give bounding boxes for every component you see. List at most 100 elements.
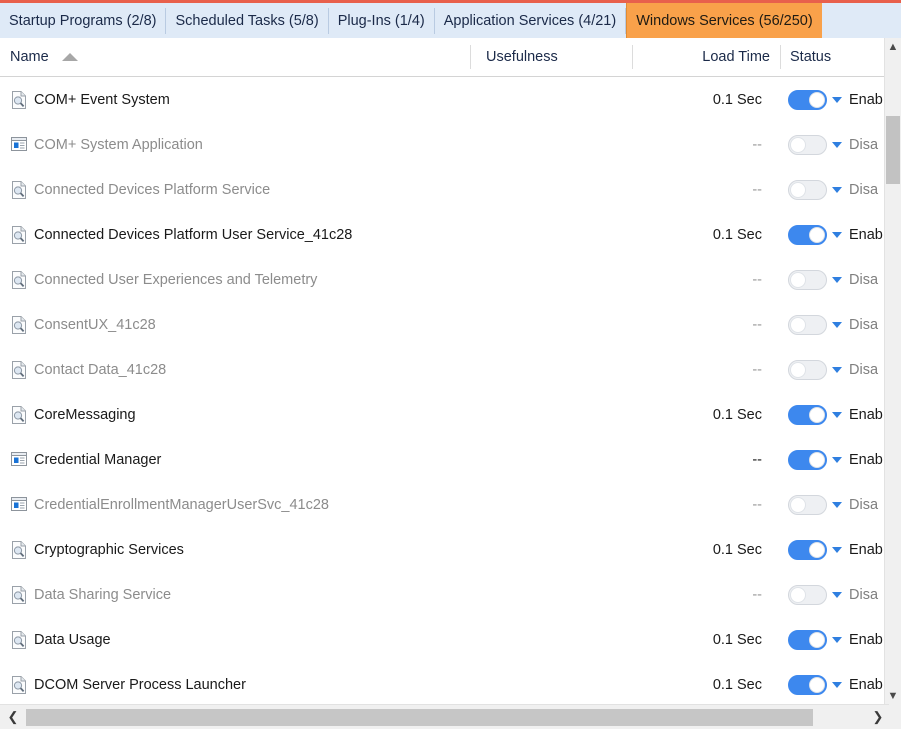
service-name: CredentialEnrollmentManagerUserSvc_41c28 [34,496,329,513]
service-status-cell: Enab [788,404,883,425]
service-document-icon [10,90,28,110]
tab-startup-programs-2-8[interactable]: Startup Programs (2/8) [0,3,165,38]
column-header-row: Name Usefulness Load Time Status [0,38,901,77]
status-toggle[interactable] [788,449,827,470]
table-row[interactable]: Connected Devices Platform Service -- Disa [0,167,884,212]
service-document-icon [10,180,28,200]
toggle-knob [790,586,806,603]
service-load-time: -- [752,451,762,468]
chevron-down-icon[interactable] [832,501,842,508]
chevron-down-icon[interactable] [832,456,842,463]
chevron-down-icon[interactable] [832,186,842,193]
tab-scheduled-tasks-5-8[interactable]: Scheduled Tasks (5/8) [166,3,327,38]
scroll-up-icon[interactable]: ▲ [885,38,901,55]
table-row[interactable]: COM+ System Application -- Disa [0,122,884,167]
status-label: Disa [849,181,879,198]
status-toggle[interactable] [788,134,827,155]
service-status-cell: Disa [788,179,879,200]
service-status-cell: Enab [788,539,883,560]
table-row[interactable]: COM+ Event System 0.1 Sec Enab [0,77,884,122]
table-row[interactable]: Connected User Experiences and Telemetry… [0,257,884,302]
table-row[interactable]: ConsentUX_41c28 -- Disa [0,302,884,347]
scroll-left-icon[interactable]: ❮ [2,705,24,729]
service-name: Connected Devices Platform Service [34,181,271,198]
status-label: Disa [849,316,879,333]
service-load-time: 0.1 Sec [712,541,762,558]
chevron-down-icon[interactable] [832,681,842,688]
column-header-status-label: Status [790,49,832,65]
chevron-down-icon[interactable] [832,276,842,283]
chevron-down-icon[interactable] [832,96,842,103]
service-load-time: 0.1 Sec [712,91,762,108]
service-status-cell: Disa [788,134,879,155]
table-row[interactable]: Cryptographic Services 0.1 Sec Enab [0,527,884,572]
table-row[interactable]: Connected Devices Platform User Service_… [0,212,884,257]
tab-bar: Startup Programs (2/8) Scheduled Tasks (5… [0,0,901,38]
status-toggle[interactable] [788,404,827,425]
status-toggle[interactable] [788,494,827,515]
status-toggle[interactable] [788,89,827,110]
status-toggle[interactable] [788,314,827,335]
table-row[interactable]: Data Usage 0.1 Sec Enab [0,617,884,662]
service-status-cell: Enab [788,89,883,110]
status-toggle[interactable] [788,359,827,380]
toggle-knob [809,541,825,558]
horizontal-scrollbar[interactable]: ❮ ❯ [0,704,901,729]
horizontal-scrollbar-thumb[interactable] [26,709,813,726]
table-row[interactable]: Data Sharing Service -- Disa [0,572,884,617]
chevron-down-icon[interactable] [832,411,842,418]
application-window-icon [10,135,28,155]
vertical-scrollbar[interactable]: ▲ ▼ [884,38,901,704]
status-toggle[interactable] [788,224,827,245]
service-load-time: -- [752,496,762,513]
vertical-scrollbar-thumb[interactable] [886,116,900,184]
table-row[interactable]: CredentialEnrollmentManagerUserSvc_41c28… [0,482,884,527]
toggle-knob [809,631,825,648]
chevron-down-icon[interactable] [832,636,842,643]
service-name: Data Sharing Service [34,586,172,603]
status-toggle[interactable] [788,629,827,650]
table-row[interactable]: Credential Manager -- Enab [0,437,884,482]
service-document-icon [10,585,28,605]
status-toggle[interactable] [788,539,827,560]
tab-application-services-4-21[interactable]: Application Services (4/21) [435,3,625,38]
status-label: Enab [849,406,883,423]
column-divider-status[interactable] [780,45,781,69]
toggle-knob [790,496,806,513]
status-toggle[interactable] [788,584,827,605]
status-toggle[interactable] [788,674,827,695]
column-header-usefulness[interactable]: Usefulness [486,38,558,76]
chevron-down-icon[interactable] [832,366,842,373]
status-label: Disa [849,136,879,153]
status-toggle[interactable] [788,179,827,200]
service-status-cell: Enab [788,224,883,245]
services-list[interactable]: COM+ Event System 0.1 Sec Enab COM+ System … [0,77,884,704]
tab-label: Plug-Ins (1/4) [337,12,425,29]
status-toggle[interactable] [788,269,827,290]
chevron-down-icon[interactable] [832,321,842,328]
status-label: Disa [849,271,879,288]
column-header-load-time-label: Load Time [702,49,770,65]
service-status-cell: Enab [788,629,883,650]
service-document-icon [10,675,28,695]
chevron-down-icon[interactable] [832,591,842,598]
table-row[interactable]: Contact Data_41c28 -- Disa [0,347,884,392]
column-header-status[interactable]: Status [790,38,831,76]
scrollbar-corner [889,704,901,729]
tab-windows-services-56-250[interactable]: Windows Services (56/250) [626,3,822,38]
column-header-load-time[interactable]: Load Time [600,38,778,76]
chevron-down-icon[interactable] [832,546,842,553]
column-header-name[interactable]: Name [10,38,78,76]
scroll-down-icon[interactable]: ▼ [885,687,901,704]
chevron-down-icon[interactable] [832,231,842,238]
scroll-right-icon[interactable]: ❯ [867,705,889,729]
service-status-cell: Disa [788,269,879,290]
service-name: Connected Devices Platform User Service_… [34,226,353,243]
table-row[interactable]: DCOM Server Process Launcher 0.1 Sec Enab [0,662,884,704]
column-divider-usefulness[interactable] [470,45,471,69]
chevron-down-icon[interactable] [832,141,842,148]
service-load-time: -- [752,271,762,288]
service-name: Cryptographic Services [34,541,184,558]
table-row[interactable]: CoreMessaging 0.1 Sec Enab [0,392,884,437]
tab-plug-ins-1-4[interactable]: Plug-Ins (1/4) [329,3,434,38]
